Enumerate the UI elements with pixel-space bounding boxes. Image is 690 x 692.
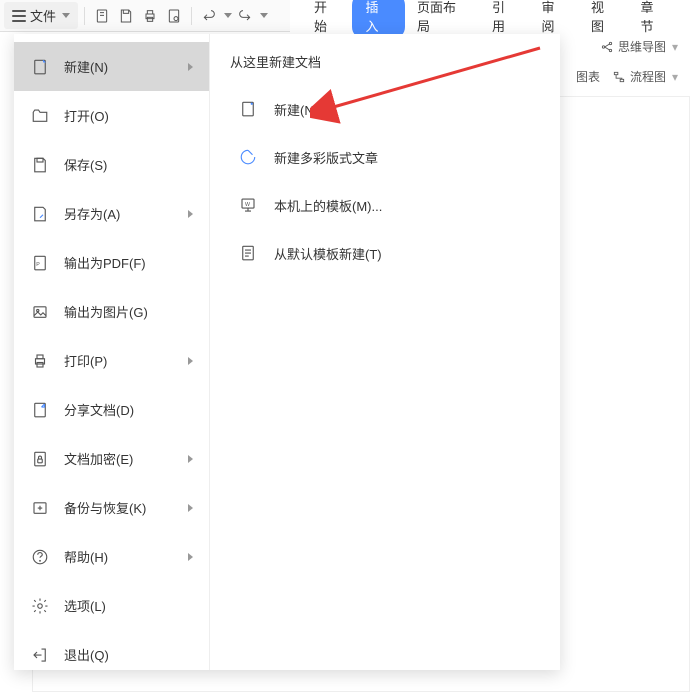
menu-label: 选项(L) [64,596,193,615]
caret-right-icon [188,504,193,512]
preview-icon[interactable] [163,5,185,27]
submenu-title: 从这里新建文档 [230,52,540,71]
menu-label: 分享文档(D) [64,400,193,419]
caret-right-icon [188,553,193,561]
colorful-template-icon [238,147,258,167]
new-file-icon [238,99,258,119]
flowchart-button[interactable]: 流程图 ▾ [612,68,678,85]
caret-right-icon [188,63,193,71]
file-label: 文件 [30,6,56,25]
menu-item-exit[interactable]: 退出(Q) [14,630,209,679]
file-menu-dropdown: 新建(N) 打开(O) 保存(S) 另存为(A) P 输出为PDF(F) 输出为… [14,34,560,670]
menu-item-share[interactable]: 分享文档(D) [14,385,209,434]
print-icon [30,351,50,371]
caret-right-icon [188,210,193,218]
ribbon-extras: 思维导图 ▾ [600,38,678,55]
tab-view[interactable]: 视图 [579,0,629,41]
menu-label: 打开(O) [64,106,193,125]
mindmap-button[interactable]: 思维导图 ▾ [600,38,678,55]
ribbon-extras-row2: 图表 流程图 ▾ [576,68,678,85]
submenu-item-local-template[interactable]: W 本机上的模板(M)... [230,181,540,229]
exit-icon [30,645,50,665]
gear-icon [30,596,50,616]
submenu-label: 从默认模板新建(T) [274,244,382,263]
caret-right-icon [188,357,193,365]
tab-chapter[interactable]: 章节 [628,0,678,41]
redo-icon[interactable] [234,5,256,27]
separator [191,7,192,25]
menu-label: 新建(N) [64,57,174,76]
menu-label: 输出为PDF(F) [64,253,193,272]
menu-label: 文档加密(E) [64,449,174,468]
menu-item-print[interactable]: 打印(P) [14,336,209,385]
submenu-label: 新建(N) [274,100,318,119]
lock-icon [30,449,50,469]
menu-label: 打印(P) [64,351,174,370]
menu-label: 备份与恢复(K) [64,498,174,517]
menu-item-open[interactable]: 打开(O) [14,91,209,140]
backup-icon [30,498,50,518]
menu-item-backup[interactable]: 备份与恢复(K) [14,483,209,532]
submenu-item-default-template[interactable]: 从默认模板新建(T) [230,229,540,277]
share-icon [30,400,50,420]
template-icon: W [238,195,258,215]
chevron-down-icon[interactable] [260,13,268,18]
chart-button[interactable]: 图表 [576,68,600,85]
save-icon[interactable] [115,5,137,27]
tab-bar: 开始 插入 页面布局 引用 审阅 视图 章节 [290,0,690,32]
file-menu-list: 新建(N) 打开(O) 保存(S) 另存为(A) P 输出为PDF(F) 输出为… [14,34,210,670]
menu-item-encrypt[interactable]: 文档加密(E) [14,434,209,483]
menu-label: 输出为图片(G) [64,302,193,321]
flowchart-label: 流程图 [630,68,666,85]
svg-text:W: W [245,202,250,208]
pdf-icon: P [30,253,50,273]
file-menu-button[interactable]: 文件 [4,2,78,29]
menu-label: 保存(S) [64,155,193,174]
mindmap-label: 思维导图 [618,38,666,55]
help-icon [30,547,50,567]
separator [84,7,85,25]
submenu-label: 新建多彩版式文章 [274,148,378,167]
menu-label: 退出(Q) [64,645,193,664]
print-icon[interactable] [139,5,161,27]
chart-label: 图表 [576,68,600,85]
new-file-icon [30,57,50,77]
image-icon [30,302,50,322]
default-template-icon [238,243,258,263]
submenu-item-colorful[interactable]: 新建多彩版式文章 [230,133,540,181]
folder-open-icon [30,106,50,126]
submenu-label: 本机上的模板(M)... [274,196,382,215]
save-icon [30,155,50,175]
menu-item-options[interactable]: 选项(L) [14,581,209,630]
chevron-down-icon[interactable] [224,13,232,18]
menu-item-save-as[interactable]: 另存为(A) [14,189,209,238]
chevron-down-icon [62,13,70,18]
menu-label: 帮助(H) [64,547,174,566]
new-doc-icon[interactable] [91,5,113,27]
caret-right-icon [188,455,193,463]
menu-item-export-pdf[interactable]: P 输出为PDF(F) [14,238,209,287]
submenu-item-new[interactable]: 新建(N) [230,85,540,133]
svg-text:P: P [36,262,40,268]
undo-icon[interactable] [198,5,220,27]
menu-item-new[interactable]: 新建(N) [14,42,209,91]
save-as-icon [30,204,50,224]
menu-item-help[interactable]: 帮助(H) [14,532,209,581]
hamburger-icon [12,10,26,22]
file-submenu: 从这里新建文档 新建(N) 新建多彩版式文章 W 本机上的模板(M)... 从默… [210,34,560,670]
menu-item-export-image[interactable]: 输出为图片(G) [14,287,209,336]
menu-item-save[interactable]: 保存(S) [14,140,209,189]
menu-label: 另存为(A) [64,204,174,223]
